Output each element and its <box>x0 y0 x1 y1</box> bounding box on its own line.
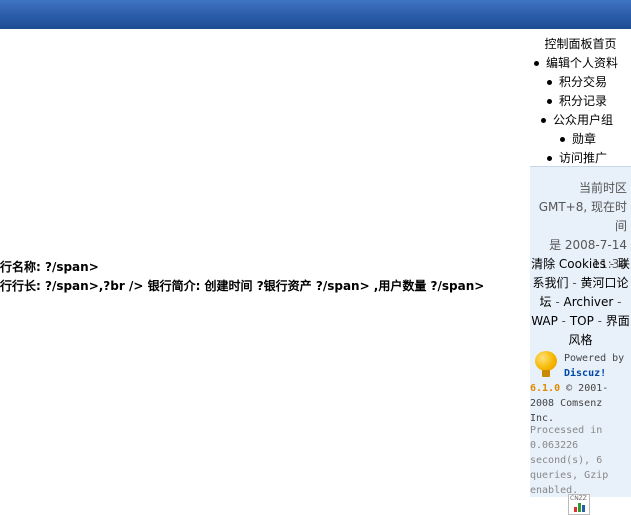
menu-item-public-usergroup[interactable]: 公众用户组 <box>541 111 613 128</box>
footer-box: 当前时区 GMT+8, 现在时间 是 2008-7-14 11:34 清除 Co… <box>530 166 631 497</box>
wap-link[interactable]: WAP <box>531 314 558 328</box>
menu-item-label: 积分记录 <box>559 94 608 108</box>
menu-item-medals[interactable]: 勋章 <box>560 130 596 147</box>
menu-item-label: 访问推广 <box>559 151 608 165</box>
discuz-lightbulb-icon <box>532 351 560 379</box>
link-separator: - <box>551 295 564 309</box>
link-separator: - <box>568 276 581 290</box>
timezone-line: 是 2008-7-14 <box>549 238 627 252</box>
timezone-line: GMT+8, 现在时间 <box>538 200 627 233</box>
sidebar: 控制面板首页 编辑个人资料 积分交易 积分记录 公众用户组 勋章 访问推广 当前… <box>530 29 631 515</box>
bank-details-line: 行行长: ?/span>,?br /> 银行简介: 创建时间 ?银行资产 ?/s… <box>0 279 485 293</box>
bullet-icon <box>560 137 565 142</box>
top-banner <box>0 0 631 29</box>
cnzz-stats-icon[interactable]: CNZZ <box>568 494 590 515</box>
bullet-icon <box>547 99 552 104</box>
menu-item-promotion[interactable]: 访问推广 <box>547 149 607 166</box>
processed-info: Processed in 0.063226 second(s), 6 queri… <box>530 425 609 496</box>
footer-links: 清除 Cookies - 联系我们 - 黄河口论坛 - Archiver - W… <box>530 255 631 350</box>
bullet-icon <box>534 61 539 66</box>
bank-name-line: 行名称: ?/span> <box>0 260 99 274</box>
timezone-line: 当前时区 <box>578 181 627 195</box>
menu-item-label: 编辑个人资料 <box>546 56 619 70</box>
bullet-icon <box>547 156 552 161</box>
link-separator: - <box>593 314 606 328</box>
bullet-icon <box>547 80 552 85</box>
control-panel-menu: 控制面板首页 编辑个人资料 积分交易 积分记录 公众用户组 勋章 访问推广 <box>530 29 631 166</box>
menu-item-edit-profile[interactable]: 编辑个人资料 <box>534 54 618 71</box>
powered-by-block: Powered by Discuz! 6.1.0 © 2001-2008 Com… <box>530 351 631 426</box>
link-separator: - <box>605 257 618 271</box>
link-separator: - <box>557 314 570 328</box>
archiver-link[interactable]: Archiver <box>563 295 613 309</box>
top-link[interactable]: TOP <box>570 314 594 328</box>
discuz-link[interactable]: Discuz! <box>564 368 606 379</box>
link-separator: - <box>613 295 622 309</box>
clear-cookies-link[interactable]: 清除 Cookies <box>531 257 606 271</box>
powered-by-text: Powered by <box>564 353 625 364</box>
discuz-version: 6.1.0 <box>530 383 561 394</box>
menu-item-label: 公众用户组 <box>553 113 614 127</box>
menu-item-label: 勋章 <box>572 132 597 146</box>
menu-item-label: 积分交易 <box>559 75 608 89</box>
bullet-icon <box>541 118 546 123</box>
cnzz-label: CNZZ <box>570 495 587 502</box>
menu-item-credit-trade[interactable]: 积分交易 <box>547 73 607 90</box>
bank-info-text: 行名称: ?/span> 行行长: ?/span>,?br /> 银行简介: 创… <box>0 258 484 296</box>
control-panel-home-link[interactable]: 控制面板首页 <box>530 35 631 52</box>
menu-item-credit-log[interactable]: 积分记录 <box>547 92 607 109</box>
